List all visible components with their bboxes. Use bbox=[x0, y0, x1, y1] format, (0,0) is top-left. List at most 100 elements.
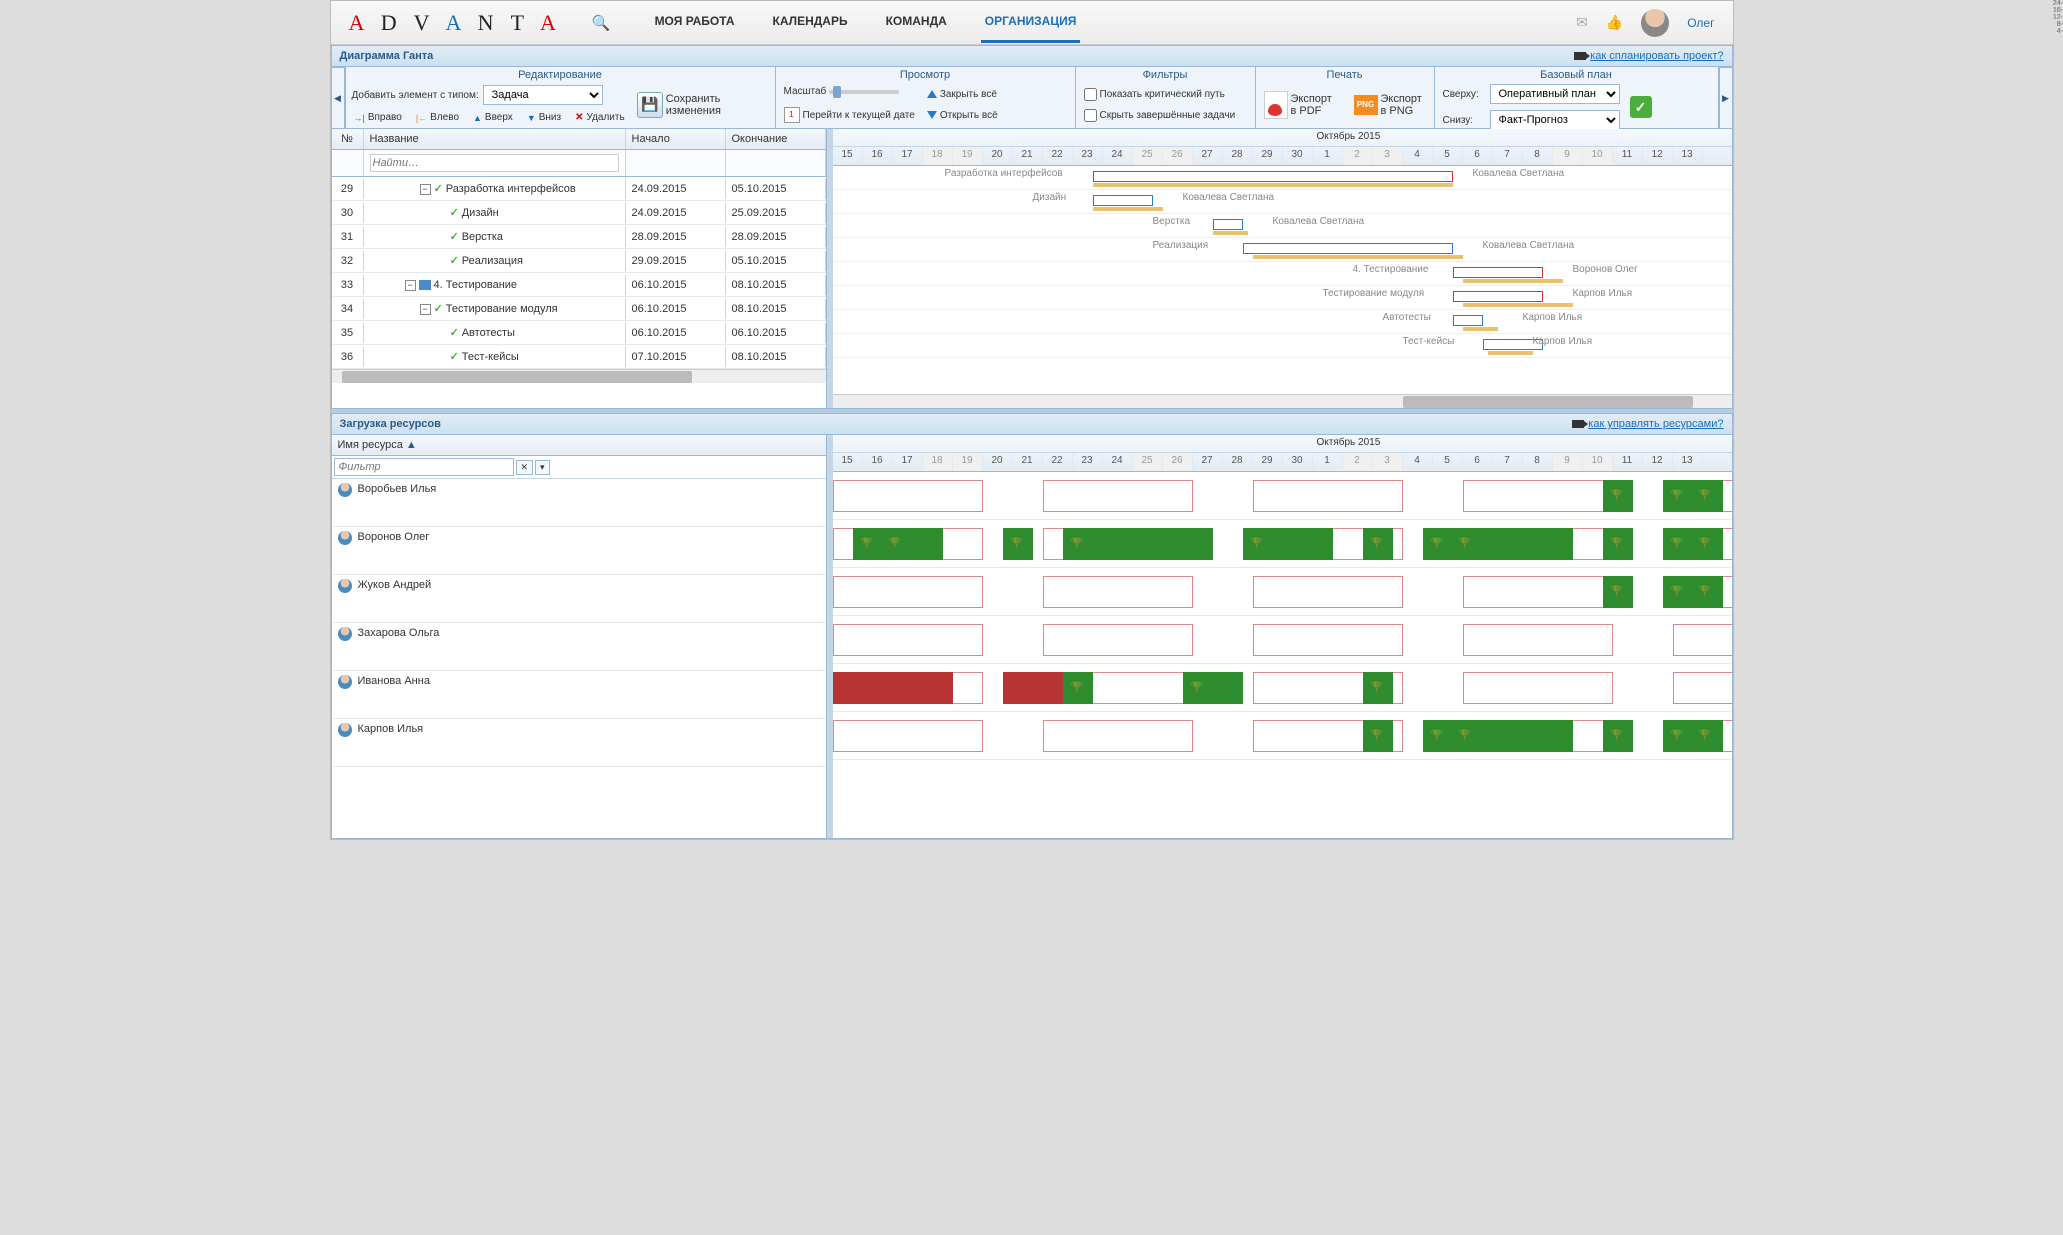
gantt-bar[interactable] bbox=[1453, 315, 1483, 326]
day-cell: 6 bbox=[1463, 453, 1493, 471]
bar-label-right: Карпов Илья bbox=[1573, 288, 1633, 299]
collapse-icon[interactable]: − bbox=[420, 304, 431, 315]
task-row[interactable]: 32✓Реализация29.09.201505.10.2015 bbox=[332, 249, 826, 273]
resource-block[interactable]: 🏆 bbox=[1603, 576, 1633, 608]
resource-row[interactable]: Карпов Илья24-16-12-8-4- bbox=[332, 719, 826, 767]
resource-block[interactable] bbox=[833, 672, 953, 704]
resource-block[interactable]: 🏆🏆 bbox=[1423, 528, 1573, 560]
resource-row[interactable]: Иванова Анна24-16-12-8-4- bbox=[332, 671, 826, 719]
resource-block[interactable]: 🏆🏆 bbox=[1423, 720, 1573, 752]
gantt-bar[interactable] bbox=[1243, 243, 1453, 254]
day-cell: 27 bbox=[1193, 453, 1223, 471]
gantt-hscroll[interactable] bbox=[833, 394, 1732, 408]
baseline-bottom-select[interactable]: Факт-Прогноз bbox=[1490, 110, 1620, 130]
gantt-bar[interactable] bbox=[1453, 267, 1543, 278]
element-type-select[interactable]: Задача bbox=[483, 85, 603, 105]
resource-block[interactable]: 🏆 bbox=[1183, 672, 1243, 704]
resource-block[interactable]: 🏆 bbox=[1063, 528, 1213, 560]
gantt-bar[interactable] bbox=[1093, 195, 1153, 206]
resource-block[interactable]: 🏆🏆 bbox=[1663, 576, 1723, 608]
resource-block[interactable]: 🏆 bbox=[1603, 720, 1633, 752]
collapse-icon[interactable]: − bbox=[420, 184, 431, 195]
nav-organization[interactable]: ОРГАНИЗАЦИЯ bbox=[981, 2, 1081, 43]
apply-baseline-button[interactable]: ✓ bbox=[1630, 96, 1652, 118]
delete-button[interactable]: ✕Удалить bbox=[573, 111, 627, 124]
resource-chart[interactable]: Октябрь 2015 151617181920212223242526272… bbox=[833, 435, 1732, 838]
export-pdf-button[interactable]: Экспорт в PDF bbox=[1262, 90, 1338, 120]
save-button[interactable]: 💾 Сохранить изменения bbox=[635, 91, 728, 119]
resource-row[interactable]: Воронов Олег24-16-12-8-4- bbox=[332, 527, 826, 575]
goto-today-button[interactable]: 1Перейти к текущей дате bbox=[782, 106, 917, 124]
gantt-bar[interactable] bbox=[1453, 291, 1543, 302]
day-cell: 20 bbox=[983, 147, 1013, 165]
filter-dropdown-button[interactable]: ▾ bbox=[535, 460, 550, 475]
col-start[interactable]: Начало bbox=[626, 129, 726, 149]
task-row[interactable]: 35✓Автотесты06.10.201506.10.2015 bbox=[332, 321, 826, 345]
resource-block[interactable] bbox=[1003, 672, 1063, 704]
gantt-chart[interactable]: Октябрь 2015 151617181920212223242526272… bbox=[833, 129, 1732, 408]
mail-icon[interactable]: ✉ bbox=[1576, 14, 1588, 31]
resource-row[interactable]: Жуков Андрей24-16-12-8-4- bbox=[332, 575, 826, 623]
task-row[interactable]: 36✓Тест-кейсы07.10.201508.10.2015 bbox=[332, 345, 826, 369]
resource-block[interactable]: 🏆 bbox=[1003, 528, 1033, 560]
toolbar-scroll-right[interactable]: ▶ bbox=[1719, 67, 1733, 129]
collapse-all-button[interactable]: Закрыть всё bbox=[925, 88, 1000, 101]
col-name[interactable]: Название bbox=[364, 129, 626, 149]
resources-help-link[interactable]: как управлять ресурсами? bbox=[1572, 418, 1723, 430]
resource-block[interactable]: 🏆 bbox=[1243, 528, 1333, 560]
toolbar-view-title: Просмотр bbox=[782, 69, 1069, 83]
search-icon[interactable]: 🔍 bbox=[592, 14, 611, 32]
nav-my-work[interactable]: МОЯ РАБОТА bbox=[651, 2, 739, 43]
resource-block[interactable]: 🏆🏆 bbox=[853, 528, 943, 560]
gantt-bar[interactable] bbox=[1213, 219, 1243, 230]
scale-slider[interactable]: Масштаб bbox=[782, 85, 917, 98]
gantt-help-link[interactable]: как спланировать проект? bbox=[1574, 50, 1723, 62]
move-up-button[interactable]: ▲Вверх bbox=[471, 111, 515, 124]
hide-completed-checkbox[interactable]: Скрыть завершённые задачи bbox=[1082, 108, 1238, 123]
resource-block[interactable]: 🏆 bbox=[1363, 672, 1393, 704]
task-row[interactable]: 30✓Дизайн24.09.201525.09.2015 bbox=[332, 201, 826, 225]
task-row[interactable]: 31✓Верстка28.09.201528.09.2015 bbox=[332, 225, 826, 249]
nav-team[interactable]: КОМАНДА bbox=[882, 2, 951, 43]
baseline-bar bbox=[1093, 207, 1163, 211]
expand-all-button[interactable]: Открыть всё bbox=[925, 109, 1000, 122]
avatar[interactable] bbox=[1641, 9, 1669, 37]
filter-clear-button[interactable]: ✕ bbox=[516, 460, 534, 475]
like-icon[interactable]: 👍 bbox=[1606, 14, 1623, 31]
move-down-button[interactable]: ▼Вниз bbox=[525, 111, 563, 124]
resource-block[interactable]: 🏆 bbox=[1063, 672, 1093, 704]
triangle-up-icon bbox=[927, 90, 937, 98]
baseline-top-select[interactable]: Оперативный план bbox=[1490, 84, 1620, 104]
task-row[interactable]: 29−✓Разработка интерфейсов24.09.201505.1… bbox=[332, 177, 826, 201]
resource-block[interactable]: 🏆 bbox=[1363, 528, 1393, 560]
resource-row[interactable]: Захарова Ольга24-16-12-8-4- bbox=[332, 623, 826, 671]
move-right-button[interactable]: →|Вправо bbox=[352, 111, 404, 124]
nav-calendar[interactable]: КАЛЕНДАРЬ bbox=[769, 2, 852, 43]
day-cell: 7 bbox=[1493, 147, 1523, 165]
task-row[interactable]: 33−4. Тестирование06.10.201508.10.2015 bbox=[332, 273, 826, 297]
resource-block[interactable]: 🏆🏆 bbox=[1663, 720, 1723, 752]
task-search-input[interactable] bbox=[370, 154, 619, 172]
resource-row[interactable]: Воробьев Илья24-16-12-8-4- bbox=[332, 479, 826, 527]
resource-block[interactable]: 🏆 bbox=[1603, 480, 1633, 512]
gantt-bar[interactable] bbox=[1093, 171, 1453, 182]
col-num[interactable]: № bbox=[332, 129, 364, 149]
resource-block[interactable]: 🏆🏆 bbox=[1663, 480, 1723, 512]
resource-block[interactable]: 🏆🏆 bbox=[1663, 528, 1723, 560]
toolbar-scroll-left[interactable]: ◀ bbox=[331, 67, 345, 129]
resource-filter-input[interactable] bbox=[334, 458, 514, 476]
critical-path-checkbox[interactable]: Показать критический путь bbox=[1082, 87, 1238, 102]
resource-col-header[interactable]: Имя ресурса ▲ bbox=[332, 435, 826, 456]
collapse-icon[interactable]: − bbox=[405, 280, 416, 291]
baseline-bar bbox=[1488, 351, 1533, 355]
move-left-button[interactable]: |←Влево bbox=[414, 111, 461, 124]
col-end[interactable]: Окончание bbox=[726, 129, 826, 149]
day-cell: 24 bbox=[1103, 453, 1133, 471]
resource-block[interactable]: 🏆 bbox=[1363, 720, 1393, 752]
resource-block[interactable]: 🏆 bbox=[1603, 528, 1633, 560]
grid-hscroll[interactable] bbox=[332, 369, 826, 383]
task-row[interactable]: 34−✓Тестирование модуля06.10.201508.10.2… bbox=[332, 297, 826, 321]
add-element-label: Добавить элемент с типом: bbox=[352, 90, 479, 101]
username[interactable]: Олег bbox=[1687, 16, 1714, 30]
export-png-button[interactable]: PNGЭкспорт в PNG bbox=[1352, 92, 1428, 118]
